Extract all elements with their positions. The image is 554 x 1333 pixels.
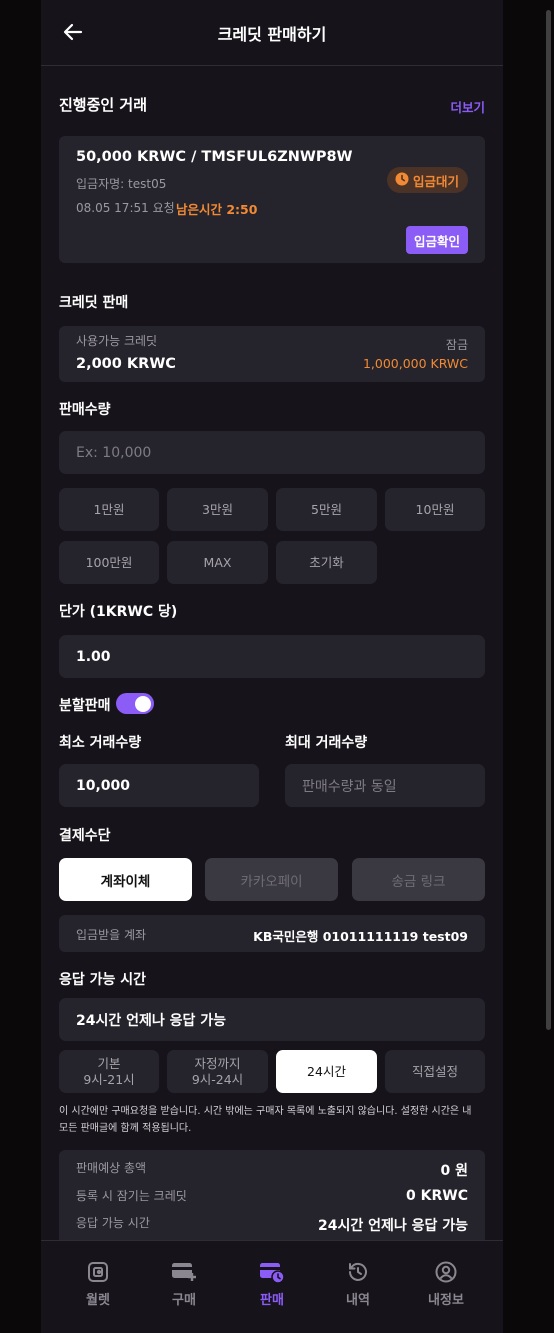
- clock-icon: [395, 171, 409, 190]
- confirm-deposit-button[interactable]: 입금확인: [405, 226, 468, 254]
- nav-buy-label: 구매: [172, 1293, 196, 1308]
- top-bar: 크레딧 판매하기: [41, 0, 503, 66]
- profile-icon: [411, 1260, 481, 1284]
- nav-wallet[interactable]: 월렛: [63, 1241, 133, 1308]
- note-line-2: 모든 판매글에 함께 적용됩니다.: [59, 1123, 192, 1134]
- quick-amount-30k[interactable]: 3만원: [167, 488, 268, 531]
- price-input[interactable]: 1.00: [59, 635, 485, 678]
- summary-locked-value: 0 KRWC: [406, 1188, 468, 1204]
- payment-kakaopay[interactable]: 카카오페이: [205, 858, 338, 901]
- response-option-custom[interactable]: 직접설정: [385, 1050, 485, 1093]
- trade-headline: 50,000 KRWC / TMSFUL6ZNWP8W: [76, 149, 353, 165]
- sell-card-icon: [237, 1260, 307, 1284]
- nav-wallet-label: 월렛: [86, 1293, 110, 1308]
- split-sale-label: 분할판매: [59, 698, 111, 714]
- max-quantity-label: 최대 거래수량: [285, 735, 368, 751]
- nav-history-label: 내역: [346, 1293, 370, 1308]
- more-link[interactable]: 더보기: [450, 97, 485, 116]
- min-quantity-label: 최소 거래수량: [59, 735, 142, 751]
- locked-credit-value: 1,000,000 KRWC: [362, 356, 468, 371]
- available-credit-label: 사용가능 크레딧: [76, 334, 158, 348]
- trade-depositor: 입금자명: test05: [76, 177, 167, 191]
- wallet-icon: [63, 1260, 133, 1284]
- quantity-title: 판매수량: [59, 402, 111, 418]
- page-title: 크레딧 판매하기: [217, 25, 327, 44]
- nav-buy[interactable]: 구매: [149, 1241, 219, 1308]
- credit-balance-card: 사용가능 크레딧 2,000 KRWC 잠금 1,000,000 KRWC: [59, 326, 485, 382]
- status-badge-label: 입금대기: [412, 173, 459, 189]
- available-credit-value: 2,000 KRWC: [76, 356, 176, 372]
- summary-hours-label: 응답 가능 시간: [76, 1216, 150, 1230]
- option-line1: 자정까지: [194, 1055, 241, 1071]
- app-frame: 크레딧 판매하기 진행중인 거래 더보기 50,000 KRWC / TMSFU…: [41, 0, 503, 1333]
- response-hours-current: 24시간 언제나 응답 가능: [59, 998, 485, 1041]
- split-sale-toggle[interactable]: [116, 693, 154, 714]
- nav-sell[interactable]: 판매: [237, 1241, 307, 1308]
- quick-amount-50k[interactable]: 5만원: [276, 488, 377, 531]
- bottom-navigation: 월렛 구매 판매 내역 내정보: [41, 1240, 503, 1333]
- option-line2: 9시-24시: [191, 1071, 244, 1087]
- payment-transfer-link[interactable]: 송금 링크: [352, 858, 485, 901]
- status-badge: 입금대기: [386, 167, 468, 193]
- page-scrollbar[interactable]: [546, 10, 551, 1030]
- summary-hours-value: 24시간 언제나 응답 가능: [317, 1218, 468, 1234]
- option-line1: 기본: [97, 1055, 121, 1071]
- note-line-1: 이 시간에만 구매요청을 받습니다. 시간 밖에는 구매자 목록에 노출되지 않…: [59, 1106, 472, 1117]
- nav-profile[interactable]: 내정보: [411, 1241, 481, 1308]
- nav-sell-label: 판매: [260, 1293, 284, 1308]
- response-option-midnight[interactable]: 자정까지 9시-24시: [167, 1050, 268, 1093]
- option-line2: 9시-21시: [83, 1071, 135, 1087]
- trade-card[interactable]: 50,000 KRWC / TMSFUL6ZNWP8W 입금자명: test05…: [59, 136, 485, 263]
- credit-section-title: 크레딧 판매: [59, 295, 129, 311]
- history-icon: [323, 1260, 393, 1284]
- payment-title: 결제수단: [59, 828, 111, 844]
- quick-amount-1m[interactable]: 100만원: [59, 541, 159, 584]
- ongoing-section-title: 진행중인 거래: [59, 96, 148, 114]
- max-quantity-input[interactable]: 판매수량과 동일: [285, 764, 485, 807]
- quick-amount-10k[interactable]: 1만원: [59, 488, 159, 531]
- trade-remaining-time: 남은시간 2:50: [176, 202, 258, 217]
- nav-profile-label: 내정보: [428, 1293, 464, 1308]
- min-quantity-input[interactable]: 10,000: [59, 764, 259, 807]
- summary-total-label: 판매예상 총액: [76, 1161, 147, 1175]
- deposit-account-row[interactable]: 입금받을 계좌 KB국민은행 01011111119 test09: [59, 915, 485, 952]
- trade-request-time: 08.05 17:51 요청: [76, 201, 175, 215]
- quick-amount-100k[interactable]: 10만원: [385, 488, 485, 531]
- response-hours-note: 이 시간에만 구매요청을 받습니다. 시간 밖에는 구매자 목록에 노출되지 않…: [59, 1103, 489, 1137]
- summary-card: 판매예상 총액 0 원 등록 시 잠기는 크레딧 0 KRWC 응답 가능 시간…: [59, 1150, 485, 1250]
- quick-amount-max[interactable]: MAX: [167, 541, 268, 584]
- reset-amount-button[interactable]: 초기화: [276, 541, 377, 584]
- deposit-account-label: 입금받을 계좌: [76, 928, 147, 942]
- response-option-24h[interactable]: 24시간: [276, 1050, 377, 1093]
- summary-locked-label: 등록 시 잠기는 크레딧: [76, 1189, 187, 1203]
- response-option-basic[interactable]: 기본 9시-21시: [59, 1050, 159, 1093]
- response-hours-title: 응답 가능 시간: [59, 972, 147, 988]
- nav-history[interactable]: 내역: [323, 1241, 393, 1308]
- deposit-account-value: KB국민은행 01011111119 test09: [253, 929, 468, 944]
- quantity-input[interactable]: Ex: 10,000: [59, 431, 485, 474]
- buy-card-icon: [149, 1260, 219, 1284]
- price-title: 단가 (1KRWC 당): [59, 604, 178, 620]
- summary-total-value: 0 원: [440, 1163, 469, 1179]
- toggle-knob: [135, 695, 151, 712]
- payment-bank-transfer[interactable]: 계좌이체: [59, 858, 192, 901]
- locked-credit-label: 잠금: [445, 338, 468, 352]
